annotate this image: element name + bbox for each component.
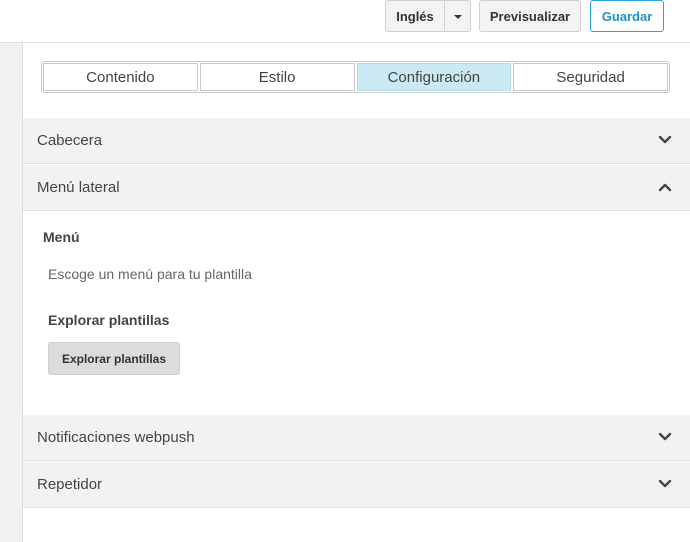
- section-label: Repetidor: [37, 476, 103, 493]
- save-button[interactable]: Guardar: [590, 0, 664, 32]
- section-notificaciones-webpush[interactable]: Notificaciones webpush: [23, 415, 690, 461]
- chevron-down-icon: [658, 432, 672, 441]
- explore-templates-heading: Explorar plantillas: [48, 312, 170, 328]
- chevron-down-icon: [658, 479, 672, 488]
- section-label: Notificaciones webpush: [37, 429, 195, 446]
- panel-description: Escoge un menú para tu plantilla: [48, 266, 252, 282]
- tab-estilo[interactable]: Estilo: [199, 63, 355, 91]
- chevron-down-icon: [658, 135, 672, 144]
- side-menu-panel: Menú Escoge un menú para tu plantilla Ex…: [23, 212, 690, 415]
- left-rail: [0, 43, 23, 542]
- section-repetidor[interactable]: Repetidor: [23, 462, 690, 508]
- panel-title: Menú: [43, 229, 80, 245]
- settings-tabs: Contenido Estilo Configuración Seguridad: [41, 61, 670, 93]
- top-toolbar: Inglés Previsualizar Guardar: [0, 0, 690, 43]
- explore-templates-button[interactable]: Explorar plantillas: [48, 342, 180, 375]
- section-cabecera[interactable]: Cabecera: [23, 118, 690, 164]
- tab-seguridad[interactable]: Seguridad: [513, 63, 668, 91]
- chevron-up-icon: [658, 183, 672, 192]
- language-dropdown-toggle[interactable]: [445, 0, 471, 32]
- caret-down-icon: [453, 15, 462, 19]
- section-menu-lateral[interactable]: Menú lateral: [23, 165, 690, 211]
- tab-contenido[interactable]: Contenido: [43, 63, 198, 91]
- content-bottom: [23, 509, 690, 542]
- section-label: Menú lateral: [37, 179, 120, 196]
- section-label: Cabecera: [37, 132, 103, 149]
- language-button[interactable]: Inglés: [385, 0, 445, 32]
- preview-button[interactable]: Previsualizar: [479, 0, 581, 32]
- tab-configuracion[interactable]: Configuración: [356, 63, 512, 91]
